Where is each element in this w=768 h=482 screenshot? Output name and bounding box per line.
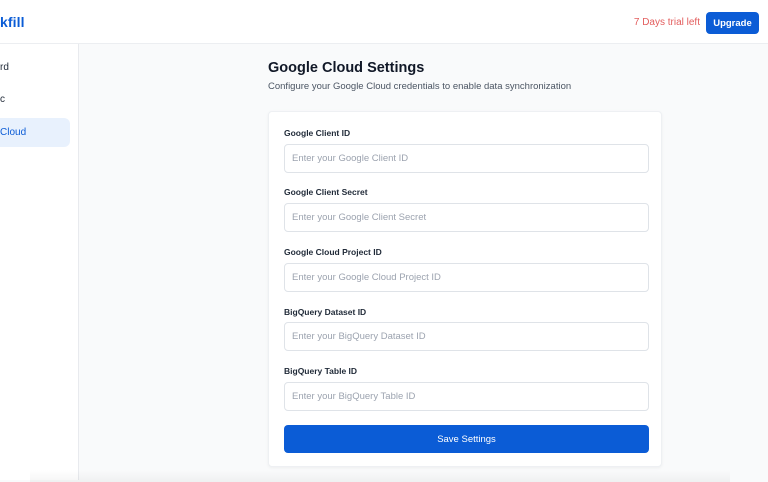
bottom-edge-shadow xyxy=(30,470,730,482)
bigquery-dataset-id-label: BigQuery Dataset ID xyxy=(284,307,367,317)
sidebar-item-label: rd xyxy=(0,62,9,73)
bigquery-dataset-id-input[interactable] xyxy=(284,322,649,351)
google-cloud-project-id-input[interactable] xyxy=(284,263,649,292)
page-subtitle: Configure your Google Cloud credentials … xyxy=(268,81,572,92)
main-content: Google Cloud Settings Configure your Goo… xyxy=(79,44,768,480)
top-header: kfill 7 Days trial left Upgrade xyxy=(0,0,768,44)
bigquery-table-id-label: BigQuery Table ID xyxy=(284,366,358,376)
google-client-secret-label: Google Client Secret xyxy=(284,187,368,197)
save-settings-button[interactable]: Save Settings xyxy=(284,425,649,453)
sidebar-item-google-cloud[interactable]: Cloud xyxy=(0,118,70,147)
page-title: Google Cloud Settings xyxy=(268,60,425,76)
sidebar-item-sync[interactable]: c xyxy=(0,85,70,114)
settings-card: Google Client ID Google Client Secret Go… xyxy=(268,111,662,467)
sidebar-item-label: Cloud xyxy=(0,127,27,138)
google-client-id-label: Google Client ID xyxy=(284,128,351,138)
sidebar: rd c Cloud xyxy=(0,44,79,480)
google-client-secret-input[interactable] xyxy=(284,203,649,232)
google-client-id-input[interactable] xyxy=(284,144,649,173)
bigquery-table-id-input[interactable] xyxy=(284,382,649,411)
sidebar-item-dashboard[interactable]: rd xyxy=(0,53,70,82)
google-cloud-project-id-label: Google Cloud Project ID xyxy=(284,247,382,257)
trial-status: 7 Days trial left xyxy=(633,17,700,28)
sidebar-item-label: c xyxy=(0,94,5,105)
app-logo[interactable]: kfill xyxy=(0,14,25,30)
upgrade-button[interactable]: Upgrade xyxy=(706,12,759,34)
